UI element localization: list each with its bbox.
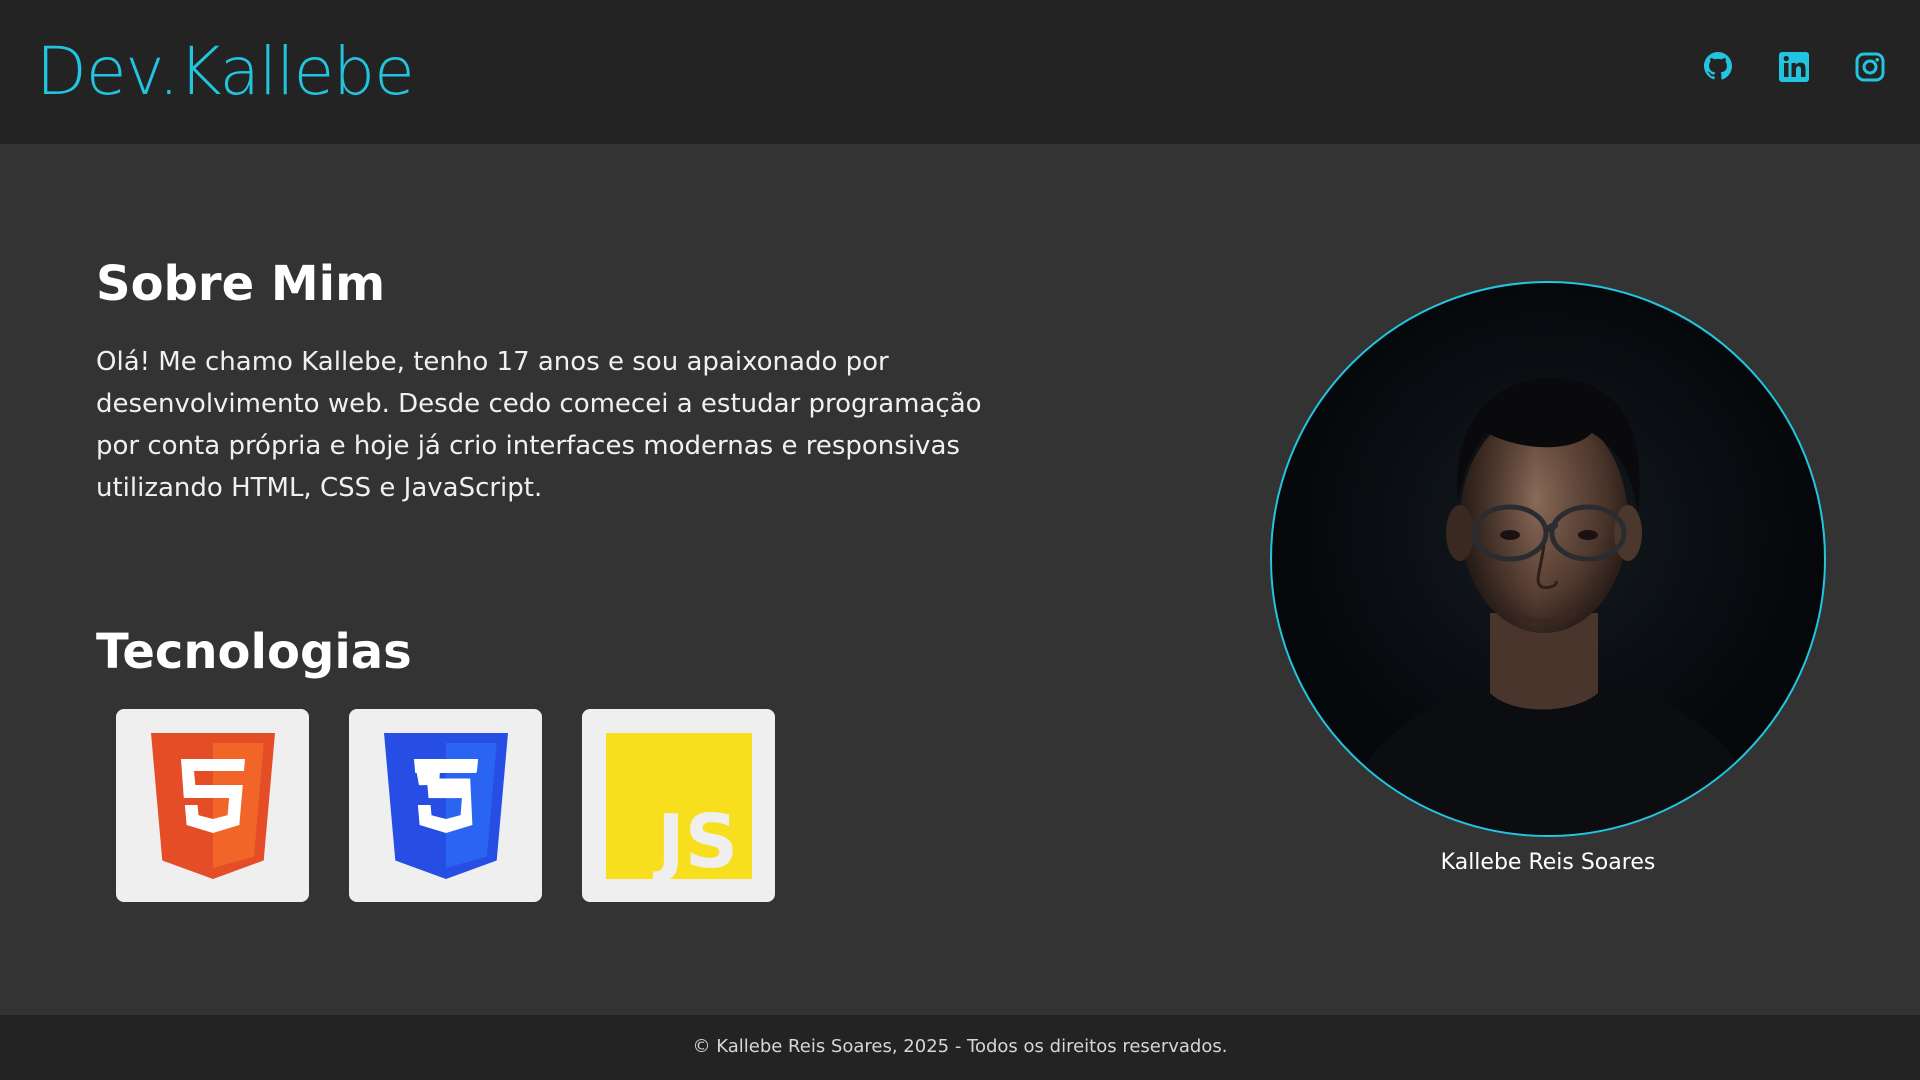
technologies-list: JS: [116, 709, 775, 902]
site-footer: © Kallebe Reis Soares, 2025 - Todos os d…: [0, 1015, 1920, 1080]
instagram-icon: [1855, 52, 1885, 82]
site-logo[interactable]: Dev.Kallebe: [36, 34, 415, 110]
tech-card-js: JS: [582, 709, 775, 902]
html5-icon: [150, 732, 275, 879]
profile-photo: [1270, 281, 1826, 837]
about-title: Sobre Mim: [96, 256, 386, 312]
github-link[interactable]: [1702, 50, 1734, 84]
copyright-text: © Kallebe Reis Soares, 2025 - Todos os d…: [692, 1036, 1228, 1057]
social-links: [1702, 50, 1886, 84]
main-content: Sobre Mim Olá! Me chamo Kallebe, tenho 1…: [0, 144, 1920, 1015]
tech-card-html: [116, 709, 309, 902]
instagram-link[interactable]: [1854, 50, 1886, 84]
tech-card-css: [349, 709, 542, 902]
github-icon: [1704, 52, 1732, 80]
linkedin-link[interactable]: [1778, 50, 1810, 84]
javascript-icon: JS: [605, 732, 752, 879]
js-logo-text: JS: [652, 799, 738, 879]
css3-icon: [383, 732, 508, 879]
linkedin-icon: [1779, 52, 1809, 82]
profile-portrait-illustration: [1332, 378, 1772, 835]
about-text: Olá! Me chamo Kallebe, tenho 17 anos e s…: [96, 347, 982, 503]
profile-caption: Kallebe Reis Soares: [1440, 850, 1656, 875]
site-header: Dev.Kallebe: [0, 0, 1920, 144]
technologies-title: Tecnologias: [96, 624, 412, 680]
